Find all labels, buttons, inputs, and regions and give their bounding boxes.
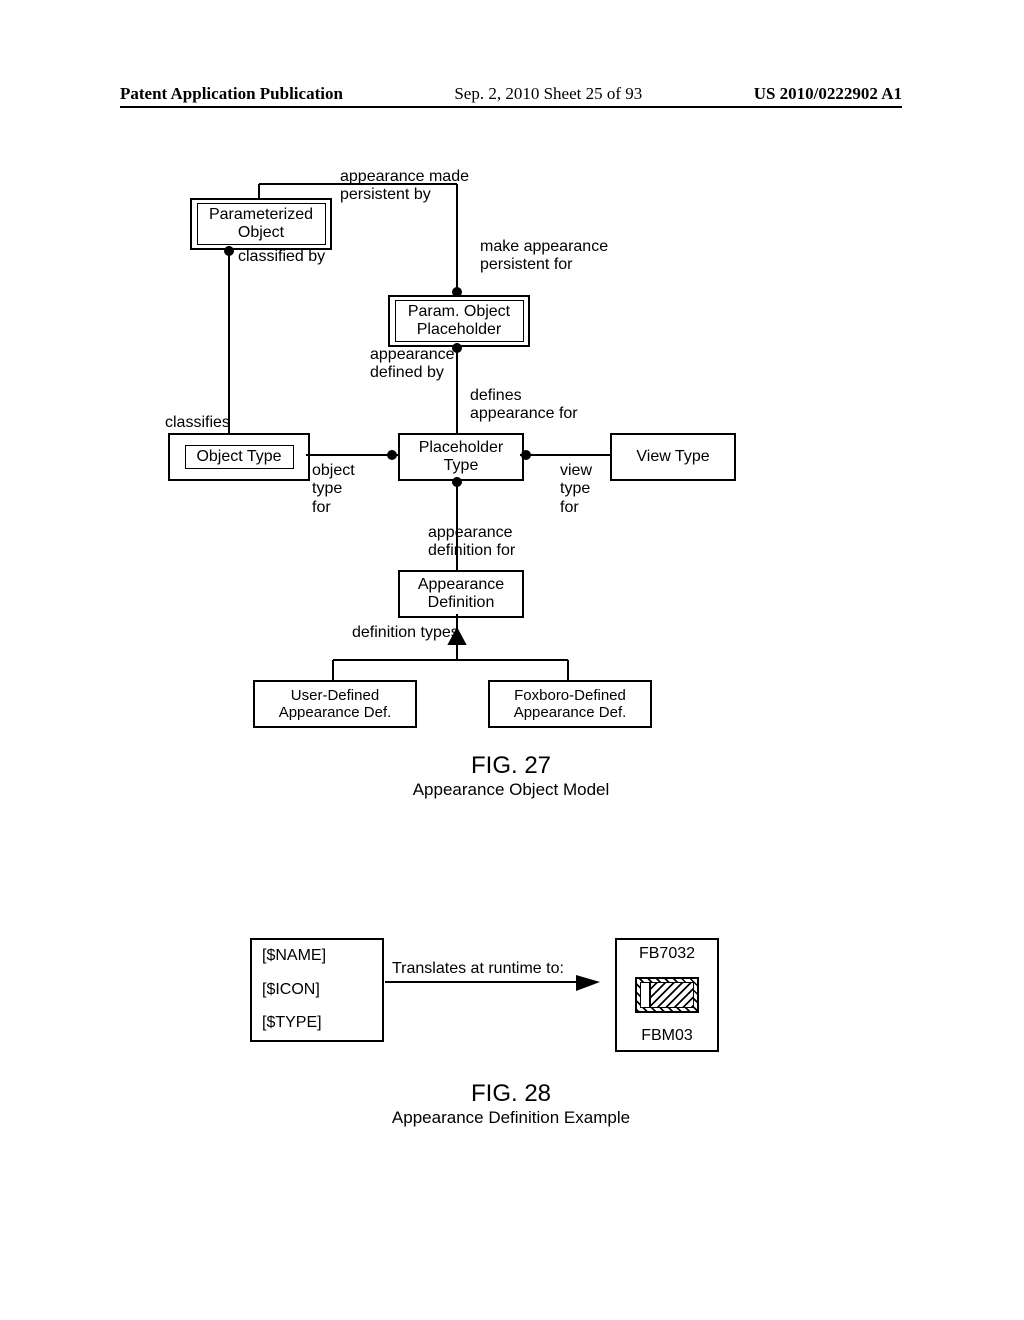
- page: Patent Application Publication Sep. 2, 2…: [0, 0, 1024, 1320]
- figure-28-caption: FIG. 28 Appearance Definition Example: [120, 1080, 902, 1128]
- figure-28-num: FIG. 28: [120, 1080, 902, 1108]
- header-right: US 2010/0222902 A1: [754, 84, 902, 104]
- fig28-fb-type: FBM03: [641, 1027, 693, 1045]
- label-translates: Translates at runtime to:: [392, 960, 564, 978]
- fig28-fb-name: FB7032: [639, 945, 695, 963]
- header-center: Sep. 2, 2010 Sheet 25 of 93: [454, 84, 642, 104]
- page-header: Patent Application Publication Sep. 2, 2…: [120, 84, 902, 108]
- header-left: Patent Application Publication: [120, 84, 343, 104]
- figure-27-diagram: ParameterizedObject Param. ObjectPlaceho…: [120, 170, 902, 1270]
- fig28-resolved-box: FB7032 FBM03: [615, 938, 719, 1052]
- figure-28-cap: Appearance Definition Example: [120, 1108, 902, 1128]
- module-icon: [635, 977, 699, 1013]
